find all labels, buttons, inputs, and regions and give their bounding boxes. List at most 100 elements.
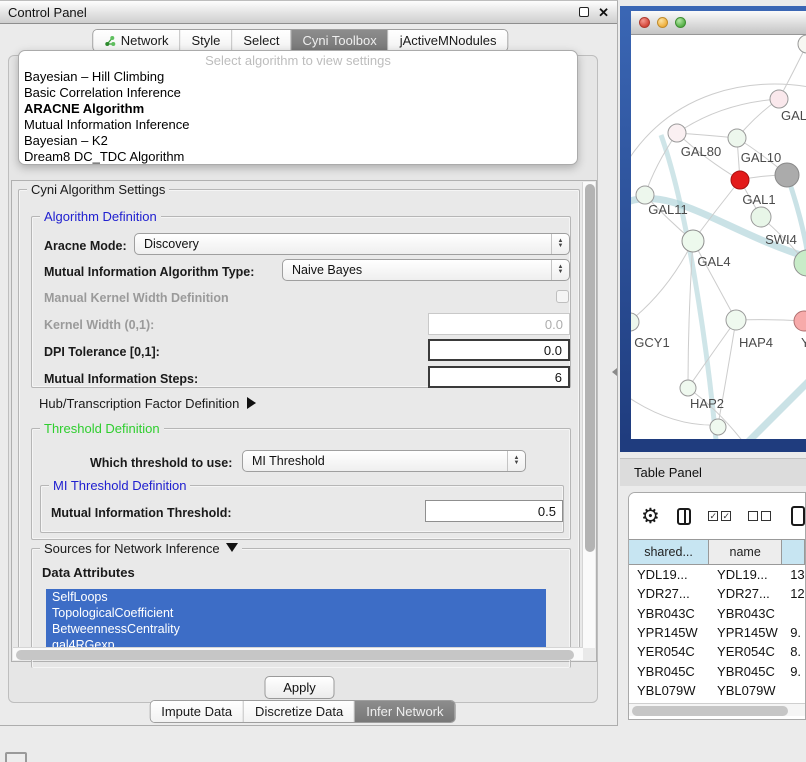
table-horizontal-scrollbar[interactable] <box>629 703 805 716</box>
algorithm-option[interactable]: Bayesian – Hill Climbing <box>19 69 577 85</box>
checked-boxes-icon[interactable]: ✓✓ <box>708 511 731 521</box>
tab-label: Discretize Data <box>255 704 343 719</box>
table-row[interactable]: YBR043CYBR043C <box>629 604 805 623</box>
network-node-y[interactable] <box>794 311 806 331</box>
hub-definition-toggle[interactable]: Hub/Transcription Factor Definition <box>39 396 256 411</box>
network-node-hap4[interactable] <box>726 310 746 330</box>
network-node-gal80[interactable] <box>668 124 686 142</box>
manual-kernel-checkbox[interactable] <box>556 290 569 303</box>
column-header-shared...[interactable]: shared... <box>629 540 709 564</box>
network-node-gal4[interactable] <box>682 230 704 252</box>
network-node-swi4[interactable] <box>751 207 771 227</box>
document-icon[interactable] <box>791 506 805 526</box>
mi-steps-input[interactable]: 6 <box>428 366 570 388</box>
table-row[interactable]: YPR145WYPR145W9. <box>629 623 805 642</box>
panel-toggle-button[interactable] <box>5 752 27 762</box>
tab-network[interactable]: Network <box>93 30 181 51</box>
columns-icon[interactable] <box>677 508 691 525</box>
attribute-list-item[interactable]: BetweennessCentrality <box>46 621 546 637</box>
table-cell: 9. <box>782 664 805 679</box>
table-panel-titlebar: Table Panel <box>620 458 806 486</box>
mi-threshold-input[interactable]: 0.5 <box>425 500 563 522</box>
tab-label: Cyni Toolbox <box>303 33 377 48</box>
column-header-name[interactable]: name <box>709 540 782 564</box>
horizontal-scrollbar-thumb[interactable] <box>16 650 574 660</box>
tab-cyni-toolbox[interactable]: Cyni Toolbox <box>292 30 389 51</box>
vertical-scrollbar-thumb[interactable] <box>585 184 595 552</box>
mac-zoom-icon[interactable] <box>675 17 686 28</box>
aracne-mode-combo[interactable]: Discovery ▲▼ <box>134 233 570 255</box>
apply-button[interactable]: Apply <box>265 676 335 699</box>
dpi-tolerance-input[interactable]: 0.0 <box>428 339 570 361</box>
sources-group-title[interactable]: Sources for Network Inference <box>40 541 242 556</box>
attribute-list-item[interactable]: SelfLoops <box>46 589 546 605</box>
tab-select[interactable]: Select <box>232 30 291 51</box>
algorithm-option[interactable]: Mutual Information Inference <box>19 117 577 133</box>
mi-threshold-label: Mutual Information Threshold: <box>51 506 232 520</box>
table-panel: ⚙ ✓✓ shared...name YDL19...YDL19...13YDR… <box>628 492 806 720</box>
node-label: GCY1 <box>634 335 669 350</box>
table-row[interactable]: YBL079WYBL079W <box>629 681 805 700</box>
node-label: Y <box>801 335 806 350</box>
network-node-hap2[interactable] <box>680 380 696 396</box>
horizontal-scrollbar[interactable] <box>13 647 583 660</box>
network-canvas[interactable]: GALGAL80GAL10GAL1GAL11SWI4GAL4GCY1HAP4YH… <box>631 35 806 439</box>
tab-label: jActiveMNodules <box>400 33 497 48</box>
column-header-extra[interactable] <box>782 540 805 564</box>
network-graph: GALGAL80GAL10GAL1GAL11SWI4GAL4GCY1HAP4YH… <box>631 35 806 439</box>
algorithm-dropdown-placeholder: Select algorithm to view settings <box>19 53 577 69</box>
table-row[interactable]: YER054CYER054C8. <box>629 642 805 661</box>
data-attributes-list[interactable]: SelfLoopsTopologicalCoefficientBetweenne… <box>46 589 562 655</box>
algorithm-option[interactable]: Dream8 DC_TDC Algorithm <box>19 149 577 165</box>
float-window-icon[interactable] <box>579 7 589 17</box>
node-label: SWI4 <box>765 232 797 247</box>
close-icon[interactable]: ✕ <box>598 6 609 19</box>
network-node[interactable] <box>710 419 726 435</box>
tab-infer-network[interactable]: Infer Network <box>355 701 454 722</box>
mac-minimize-icon[interactable] <box>657 17 668 28</box>
network-node[interactable] <box>798 35 806 53</box>
node-label: GAL4 <box>697 254 730 269</box>
vertical-scrollbar[interactable] <box>582 182 595 648</box>
table-cell: YBR043C <box>629 606 709 621</box>
gear-icon[interactable]: ⚙ <box>641 506 660 527</box>
which-threshold-combo[interactable]: MI Threshold ▲▼ <box>242 450 526 472</box>
algorithm-option[interactable]: Bayesian – K2 <box>19 133 577 149</box>
combo-stepper-icon: ▲▼ <box>507 451 525 471</box>
mi-type-combo[interactable]: Naive Bayes ▲▼ <box>282 259 570 281</box>
dpi-tolerance-value: 0.0 <box>544 343 562 358</box>
node-label: GAL1 <box>742 192 775 207</box>
network-edge <box>677 99 779 133</box>
table-row[interactable]: YDL19...YDL19...13 <box>629 565 805 584</box>
network-node-gcy1[interactable] <box>631 313 639 331</box>
table-cell: YDR27... <box>709 586 782 601</box>
table-row[interactable]: YBR045CYBR045C9. <box>629 661 805 680</box>
attribute-list-item[interactable]: TopologicalCoefficient <box>46 605 546 621</box>
network-node-gal10[interactable] <box>728 129 746 147</box>
algorithm-definition-title: Algorithm Definition <box>40 209 161 224</box>
network-view-window[interactable]: GALGAL80GAL10GAL1GAL11SWI4GAL4GCY1HAP4YH… <box>620 6 806 452</box>
tab-jactivemnodules[interactable]: jActiveMNodules <box>389 30 508 51</box>
tab-style[interactable]: Style <box>180 30 232 51</box>
aracne-mode-label: Aracne Mode: <box>44 239 127 253</box>
network-node[interactable] <box>770 90 788 108</box>
table-scrollbar-thumb[interactable] <box>632 706 788 716</box>
unchecked-boxes-icon[interactable] <box>748 511 771 521</box>
tab-impute-data[interactable]: Impute Data <box>150 701 244 722</box>
expand-right-icon <box>247 397 256 409</box>
table-cell: YDL19... <box>629 567 709 582</box>
tab-label: Style <box>191 33 220 48</box>
network-node-gal1[interactable] <box>731 171 749 189</box>
algorithm-option[interactable]: ARACNE Algorithm <box>19 101 577 117</box>
table-row[interactable]: YDR27...YDR27...12 <box>629 584 805 603</box>
algorithm-option[interactable]: Basic Correlation Inference <box>19 85 577 101</box>
tab-discretize-data[interactable]: Discretize Data <box>244 701 355 722</box>
network-edge <box>743 377 806 439</box>
control-panel-tabbar: Network Style Select Cyni Toolbox jActiveMNo… <box>92 29 509 52</box>
split-pane-handle-icon[interactable] <box>612 368 617 376</box>
manual-kernel-label: Manual Kernel Width Definition <box>44 291 229 305</box>
kernel-width-input[interactable]: 0.0 <box>428 313 570 335</box>
network-node[interactable] <box>775 163 799 187</box>
mac-close-icon[interactable] <box>639 17 650 28</box>
table-rows: YDL19...YDL19...13YDR27...YDR27...12YBR0… <box>629 565 805 703</box>
